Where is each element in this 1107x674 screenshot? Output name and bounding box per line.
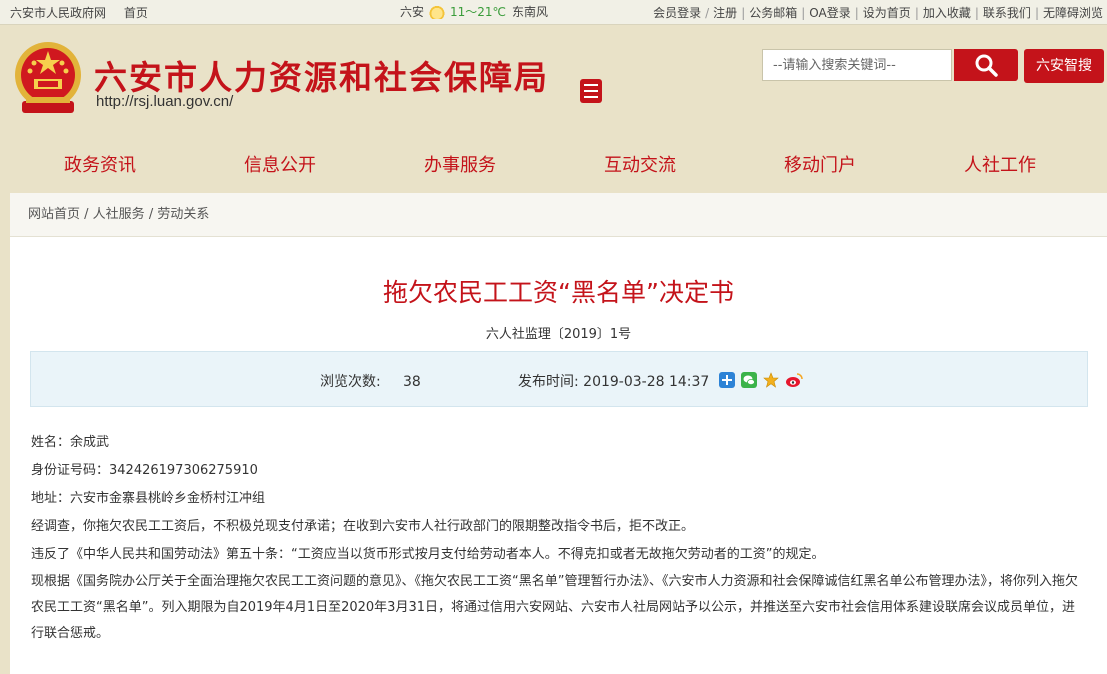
decision-paragraph: 现根据《国务院办公厅关于全面治理拖欠农民工工资问题的意见》、《拖欠农民工工资“黑… [31,574,1078,641]
register-link[interactable]: 注册 [713,6,737,20]
share-icons [719,372,803,388]
content-panel: 网站首页 / 人社服务 / 劳动关系 拖欠农民工工资“黑名单”决定书 六人社监理… [10,193,1107,674]
nav-services[interactable]: 办事服务 [424,151,496,177]
site-url: http://rsj.luan.gov.cn/ [96,93,234,110]
breadcrumb: 网站首页 / 人社服务 / 劳动关系 [10,193,1107,237]
breadcrumb-home[interactable]: 网站首页 [28,207,80,222]
investigation-paragraph: 经调查，你拖欠农民工工资后，不积极兑现支付承诺；在收到六安市人社行政部门的限期整… [31,519,695,534]
top-left-links: 六安市人民政府网 首页 [10,4,162,21]
breadcrumb-hr-services[interactable]: 人社服务 [93,207,145,222]
weather-temp: 11～21℃ [450,5,507,19]
search-input[interactable]: --请输入搜索关键词-- [762,49,952,81]
main-nav: 政务资讯 信息公开 办事服务 互动交流 移动门户 人社工作 [0,135,1107,193]
article-body: 姓名：余成武 身份证号码：342426197306275910 地址：六安市金寨… [31,429,1081,647]
article-title: 拖欠农民工工资“黑名单”决定书 [383,278,734,307]
site-title[interactable]: 六安市人力资源和社会保障局 [94,51,549,99]
id-number-line: 身份证号码：342426197306275910 [31,463,258,478]
breadcrumb-labor-relations[interactable]: 劳动关系 [157,207,209,222]
seal-icon [580,79,602,103]
wechat-icon[interactable] [741,372,757,388]
search-icon [975,54,998,77]
nav-interaction[interactable]: 互动交流 [604,151,676,177]
weibo-icon[interactable] [785,372,803,388]
nav-news[interactable]: 政务资讯 [64,151,136,177]
favorite-star-icon[interactable] [763,372,779,388]
mail-link[interactable]: 公务邮箱 [749,6,797,20]
weather-wind: 东南风 [512,5,549,19]
weather-widget: 六安 11～21℃ 东南风 [400,3,548,20]
top-utility-bar: 六安市人民政府网 首页 六安 11～21℃ 东南风 会员登录 / 注册 | 公务邮箱 | O… [0,0,1107,25]
home-link[interactable]: 首页 [124,6,148,20]
address-line: 地址：六安市金寨县桃岭乡金桥村江冲组 [31,491,266,506]
sun-icon [428,4,447,19]
share-plus-icon[interactable] [719,372,735,388]
smart-search-button[interactable]: 六安智搜 [1024,49,1104,83]
set-homepage-link[interactable]: 设为首页 [863,6,911,20]
violation-paragraph: 违反了《中华人民共和国劳动法》第五十条：“工资应当以货币形式按月支付给劳动者本人… [31,547,825,562]
document-number: 六人社监理〔2019〕1号 [485,327,632,342]
view-count: 浏览次数: 38 [320,374,421,390]
oa-login-link[interactable]: OA登录 [809,6,850,20]
site-header: 六安市人力资源和社会保障局 http://rsj.luan.gov.cn/ --… [0,25,1107,135]
search-button[interactable] [954,49,1018,81]
accessibility-link[interactable]: 无障碍浏览 [1043,6,1103,20]
top-right-links: 会员登录 / 注册 | 公务邮箱 | OA登录 | 设为首页 | 加入收藏 | 联系我们 | 无障碍浏览 [653,6,1103,20]
member-login-link[interactable]: 会员登录 [653,6,701,20]
gov-portal-link[interactable]: 六安市人民政府网 [10,6,106,20]
nav-mobile[interactable]: 移动门户 [784,151,856,177]
add-favorite-link[interactable]: 加入收藏 [923,6,971,20]
weather-city: 六安 [400,5,425,19]
contact-link[interactable]: 联系我们 [983,6,1031,20]
article-meta-bar: 浏览次数: 38 发布时间: 2019-03-28 14:37 [30,351,1088,407]
publish-date: 发布时间: 2019-03-28 14:37 [518,374,710,390]
national-emblem-icon [15,42,81,113]
nav-hr-work[interactable]: 人社工作 [964,151,1036,177]
name-line: 姓名：余成武 [31,435,110,450]
nav-info-disclosure[interactable]: 信息公开 [244,151,316,177]
